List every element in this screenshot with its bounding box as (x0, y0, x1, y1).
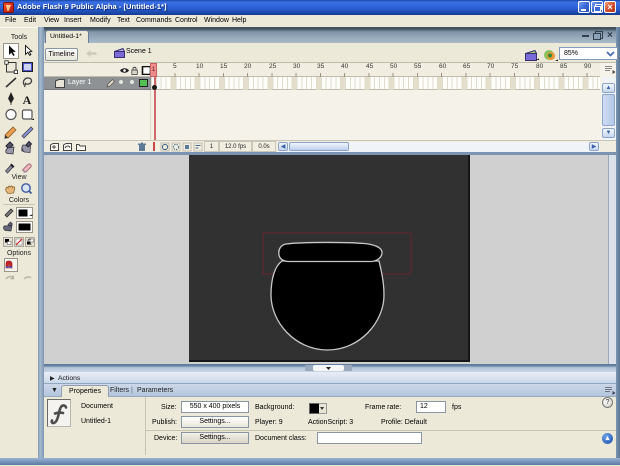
svg-text:A: A (23, 93, 32, 107)
